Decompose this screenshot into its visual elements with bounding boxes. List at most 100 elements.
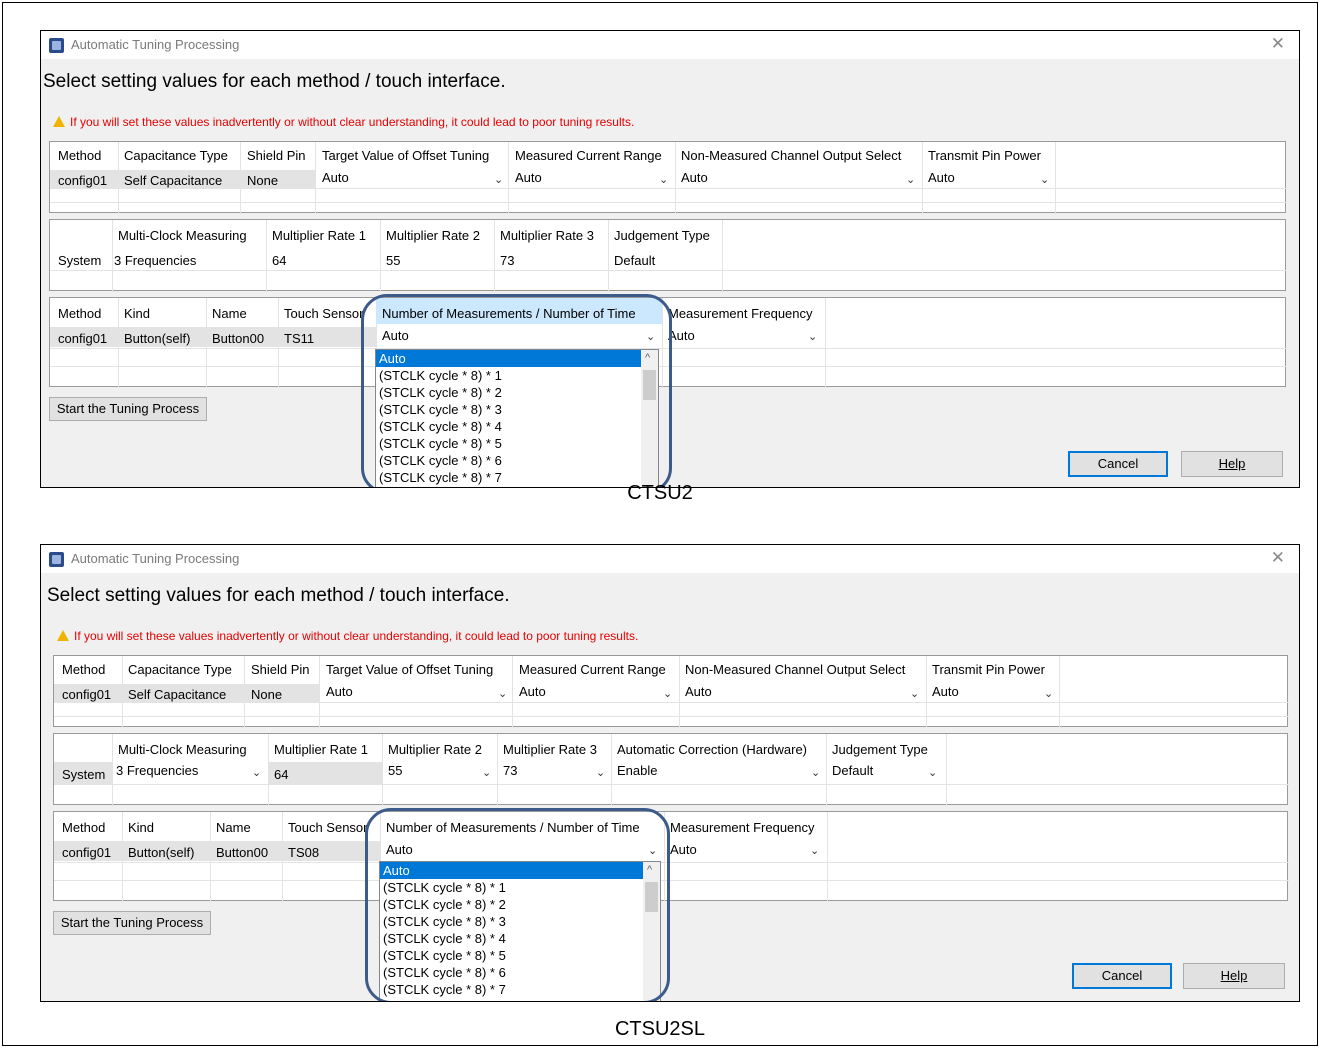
app-icon bbox=[49, 552, 64, 567]
header-name: Name bbox=[212, 306, 247, 321]
multiplier-3-field[interactable]: 73 bbox=[496, 253, 514, 268]
help-button[interactable]: Help bbox=[1181, 451, 1283, 477]
header-capacitance-type: Capacitance Type bbox=[128, 662, 232, 677]
cancel-button[interactable]: Cancel bbox=[1068, 451, 1168, 477]
app-icon bbox=[49, 38, 64, 53]
header-name: Name bbox=[216, 820, 251, 835]
kind-cell: Button(self) bbox=[128, 845, 195, 860]
cancel-button[interactable]: Cancel bbox=[1072, 963, 1172, 989]
header-transmit-power: Transmit Pin Power bbox=[928, 148, 1041, 163]
start-tuning-button[interactable]: Start the Tuning Process bbox=[53, 911, 211, 935]
header-judgement-type: Judgement Type bbox=[614, 228, 710, 243]
multiplier-1-field[interactable]: 64 bbox=[268, 253, 286, 268]
method-table: Method Capacitance Type Shield Pin Targe… bbox=[53, 655, 1289, 728]
chevron-down-icon[interactable]: ⌄ bbox=[928, 766, 937, 779]
chevron-down-icon[interactable]: ⌄ bbox=[906, 173, 915, 186]
header-measurement-frequency: Measurement Frequency bbox=[670, 820, 815, 835]
header-multiplier-1: Multiplier Rate 1 bbox=[274, 742, 368, 757]
chevron-down-icon[interactable]: ⌄ bbox=[810, 844, 819, 857]
chevron-down-icon[interactable]: ⌄ bbox=[663, 687, 672, 700]
method-cell: config01 bbox=[62, 845, 112, 860]
dialog-title: Automatic Tuning Processing bbox=[71, 37, 240, 52]
multiplier-2-field[interactable]: 55 bbox=[384, 763, 402, 778]
method-cell: config01 bbox=[58, 331, 108, 346]
header-method: Method bbox=[62, 820, 106, 835]
multi-clock-select[interactable]: 3 Frequencies bbox=[110, 253, 196, 268]
help-button[interactable]: Help bbox=[1183, 963, 1285, 989]
target-value-select[interactable]: Auto bbox=[322, 684, 353, 699]
current-range-select[interactable]: Auto bbox=[511, 170, 542, 185]
multiplier-1-field[interactable]: 64 bbox=[270, 767, 288, 782]
chevron-down-icon[interactable]: ⌄ bbox=[1040, 173, 1049, 186]
caption-ctsu2: CTSU2 bbox=[627, 482, 693, 504]
warning-text: If you will set these values inadvertent… bbox=[70, 115, 635, 129]
non-measured-output-select[interactable]: Auto bbox=[677, 170, 708, 185]
measurement-frequency-select[interactable]: Auto bbox=[666, 842, 697, 857]
chevron-down-icon[interactable]: ⌄ bbox=[482, 766, 491, 779]
highlight-ring bbox=[361, 294, 672, 487]
header-multiplier-1: Multiplier Rate 1 bbox=[272, 228, 366, 243]
dialog-heading: Select setting values for each method / … bbox=[43, 71, 506, 92]
header-kind: Kind bbox=[128, 820, 155, 835]
multiplier-3-field[interactable]: 73 bbox=[499, 763, 517, 778]
highlight-ring bbox=[365, 808, 670, 1001]
header-target-value: Target Value of Offset Tuning bbox=[322, 148, 490, 163]
kind-cell: Button(self) bbox=[124, 331, 191, 346]
capacitance-type-cell: Self Capacitance bbox=[124, 173, 223, 188]
chevron-down-icon[interactable]: ⌄ bbox=[811, 766, 820, 779]
name-cell: Button00 bbox=[216, 845, 269, 860]
header-auto-correction: Automatic Correction (Hardware) bbox=[617, 742, 808, 757]
system-row-label: System bbox=[58, 253, 102, 268]
judgement-type-select[interactable]: Default bbox=[610, 253, 655, 268]
current-range-select[interactable]: Auto bbox=[515, 684, 546, 699]
start-tuning-button[interactable]: Start the Tuning Process bbox=[49, 397, 207, 421]
header-shield-pin: Shield Pin bbox=[251, 662, 310, 677]
chevron-down-icon[interactable]: ⌄ bbox=[910, 687, 919, 700]
transmit-power-select[interactable]: Auto bbox=[928, 684, 959, 699]
header-transmit-power: Transmit Pin Power bbox=[932, 662, 1045, 677]
header-measurement-frequency: Measurement Frequency bbox=[668, 306, 813, 321]
chevron-down-icon[interactable]: ⌄ bbox=[498, 687, 507, 700]
chevron-down-icon[interactable]: ⌄ bbox=[1044, 687, 1053, 700]
method-table: Method Capacitance Type Shield Pin Targe… bbox=[49, 141, 1287, 214]
header-judgement-type: Judgement Type bbox=[832, 742, 928, 757]
method-cell: config01 bbox=[62, 687, 112, 702]
chevron-down-icon[interactable]: ⌄ bbox=[596, 766, 605, 779]
header-touch-sensor: Touch Sensor bbox=[284, 306, 364, 321]
target-value-select[interactable]: Auto bbox=[318, 170, 349, 185]
warning-text: If you will set these values inadvertent… bbox=[74, 629, 639, 643]
multiplier-2-field[interactable]: 55 bbox=[382, 253, 400, 268]
touch-interface-table: Method Kind Name Touch Sensor Number of … bbox=[53, 811, 1289, 902]
header-method: Method bbox=[62, 662, 106, 677]
non-measured-output-select[interactable]: Auto bbox=[681, 684, 712, 699]
warning-message: If you will set these values inadvertent… bbox=[53, 115, 634, 129]
shield-pin-cell: None bbox=[251, 687, 283, 702]
header-shield-pin: Shield Pin bbox=[247, 148, 306, 163]
header-multi-clock: Multi-Clock Measuring bbox=[118, 228, 247, 243]
header-multiplier-3: Multiplier Rate 3 bbox=[500, 228, 594, 243]
close-icon[interactable]: ✕ bbox=[1271, 34, 1285, 54]
auto-correction-select[interactable]: Enable bbox=[613, 763, 657, 778]
method-cell: config01 bbox=[58, 173, 108, 188]
header-multiplier-3: Multiplier Rate 3 bbox=[503, 742, 597, 757]
caption-ctsu2sl: CTSU2SL bbox=[614, 1018, 706, 1040]
judgement-type-select[interactable]: Default bbox=[828, 763, 873, 778]
header-current-range: Measured Current Range bbox=[515, 148, 662, 163]
title-bar: Automatic Tuning Processing ✕ bbox=[41, 31, 1299, 59]
chevron-down-icon[interactable]: ⌄ bbox=[494, 173, 503, 186]
transmit-power-select[interactable]: Auto bbox=[924, 170, 955, 185]
system-row-label: System bbox=[62, 767, 106, 782]
shield-pin-cell: None bbox=[247, 173, 279, 188]
chevron-down-icon[interactable]: ⌄ bbox=[659, 173, 668, 186]
header-non-measured-output: Non-Measured Channel Output Select bbox=[685, 662, 906, 677]
system-table: Multi-Clock Measuring Multiplier Rate 1 … bbox=[53, 733, 1289, 806]
header-method: Method bbox=[58, 148, 102, 163]
dialog-title: Automatic Tuning Processing bbox=[71, 551, 240, 566]
capacitance-type-cell: Self Capacitance bbox=[128, 687, 227, 702]
chevron-down-icon[interactable]: ⌄ bbox=[252, 766, 261, 779]
close-icon[interactable]: ✕ bbox=[1271, 548, 1285, 568]
chevron-down-icon[interactable]: ⌄ bbox=[808, 330, 817, 343]
multi-clock-select[interactable]: 3 Frequencies bbox=[112, 763, 198, 778]
header-current-range: Measured Current Range bbox=[519, 662, 666, 677]
header-touch-sensor: Touch Sensor bbox=[288, 820, 368, 835]
